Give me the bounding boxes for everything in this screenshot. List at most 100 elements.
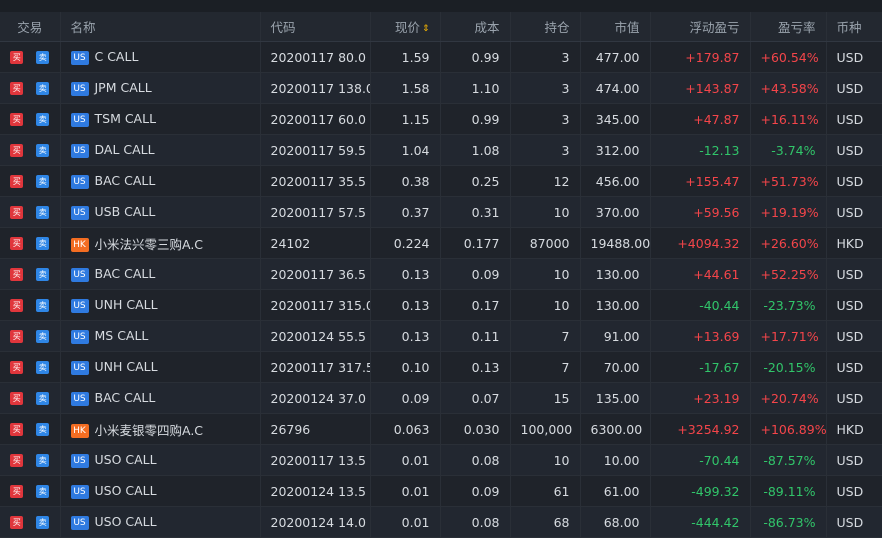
cost-cell: 0.08 xyxy=(439,506,510,538)
name-cell[interactable]: US UNH CALL xyxy=(59,289,260,321)
buy-icon[interactable]: 买 xyxy=(10,81,24,95)
sell-icon[interactable]: 卖 xyxy=(36,360,50,374)
col-header-cost[interactable]: 成本 xyxy=(439,12,510,42)
cost-cell: 1.10 xyxy=(439,72,510,104)
sell-icon[interactable]: 卖 xyxy=(36,515,50,529)
plpct-cell: -89.11% xyxy=(749,475,826,507)
sell-icon[interactable]: 卖 xyxy=(36,484,50,498)
trade-cell: 买卖 xyxy=(0,351,60,383)
table-row[interactable]: 买卖 HK 小米法兴零三购A.C 24102 0.224 0.177 87000 19488.… xyxy=(0,227,882,259)
col-header-code[interactable]: 代码 xyxy=(259,12,370,42)
sell-icon[interactable]: 卖 xyxy=(36,112,50,126)
table-row[interactable]: 买卖 US BAC CALL 20200117 35.5 0.38 0.25 12 456.0… xyxy=(0,165,882,197)
currency-cell: USD xyxy=(825,196,882,228)
plpct-cell: +26.60% xyxy=(749,227,826,259)
cost-cell: 0.09 xyxy=(439,475,510,507)
table-row[interactable]: 买卖 HK 小米麦银零四购A.C 26796 0.063 0.030 100,000 6300… xyxy=(0,413,882,445)
name-cell[interactable]: HK 小米麦银零四购A.C xyxy=(59,413,260,445)
name-cell[interactable]: US DAL CALL xyxy=(59,134,260,166)
buy-icon[interactable]: 买 xyxy=(10,484,24,498)
plpct-cell: +43.58% xyxy=(749,72,826,104)
buy-icon[interactable]: 买 xyxy=(10,174,24,188)
sell-icon[interactable]: 卖 xyxy=(36,143,50,157)
trade-cell: 买卖 xyxy=(0,41,60,73)
table-row[interactable]: 买卖 US TSM CALL 20200117 60.0 1.15 0.99 3 345.00… xyxy=(0,103,882,135)
sell-icon[interactable]: 卖 xyxy=(36,298,50,312)
buy-icon[interactable]: 买 xyxy=(10,236,24,250)
value-cell: 477.00 xyxy=(579,41,650,73)
table-row[interactable]: 买卖 US C CALL 20200117 80.0 1.59 0.99 3 477.00 +1… xyxy=(0,41,882,73)
name-cell[interactable]: US BAC CALL xyxy=(59,382,260,414)
buy-icon[interactable]: 买 xyxy=(10,422,24,436)
table-row[interactable]: 买卖 US USO CALL 20200117 13.5 0.01 0.08 10 10.00… xyxy=(0,444,882,476)
sell-icon[interactable]: 卖 xyxy=(36,236,50,250)
col-header-price[interactable]: 现价 ⇕ xyxy=(369,12,440,42)
table-row[interactable]: 买卖 US JPM CALL 20200117 138.0 1.58 1.10 3 474.0… xyxy=(0,72,882,104)
col-header-pl[interactable]: 浮动盈亏 xyxy=(649,12,750,42)
price-cell: 0.13 xyxy=(369,320,440,352)
col-header-currency[interactable]: 币种 xyxy=(825,12,882,42)
cost-cell: 0.17 xyxy=(439,289,510,321)
buy-icon[interactable]: 买 xyxy=(10,515,24,529)
sell-icon[interactable]: 卖 xyxy=(36,267,50,281)
buy-icon[interactable]: 买 xyxy=(10,329,24,343)
buy-icon[interactable]: 买 xyxy=(10,267,24,281)
qty-cell: 87000 xyxy=(509,227,580,259)
name-cell[interactable]: US JPM CALL xyxy=(59,72,260,104)
name-cell[interactable]: US USO CALL xyxy=(59,444,260,476)
name-cell[interactable]: HK 小米法兴零三购A.C xyxy=(59,227,260,259)
trade-cell: 买卖 xyxy=(0,413,60,445)
col-header-name[interactable]: 名称 xyxy=(59,12,260,42)
name-cell[interactable]: US USB CALL xyxy=(59,196,260,228)
col-header-value[interactable]: 市值 xyxy=(579,12,650,42)
name-cell[interactable]: US BAC CALL xyxy=(59,258,260,290)
sell-icon[interactable]: 卖 xyxy=(36,422,50,436)
buy-icon[interactable]: 买 xyxy=(10,298,24,312)
security-name: USO CALL xyxy=(94,452,157,468)
cost-cell: 0.99 xyxy=(439,41,510,73)
buy-icon[interactable]: 买 xyxy=(10,112,24,126)
name-cell[interactable]: US BAC CALL xyxy=(59,165,260,197)
table-header-row: 交易 名称 代码 现价 ⇕ 成本 持仓 市值 浮动盈亏 盈亏率 币种 xyxy=(0,12,882,42)
buy-icon[interactable]: 买 xyxy=(10,143,24,157)
buy-icon[interactable]: 买 xyxy=(10,453,24,467)
table-row[interactable]: 买卖 US UNH CALL 20200117 317.5 0.10 0.13 7 70.00… xyxy=(0,351,882,383)
table-row[interactable]: 买卖 US BAC CALL 20200117 36.5 0.13 0.09 10 130.0… xyxy=(0,258,882,290)
price-cell: 0.01 xyxy=(369,475,440,507)
col-header-plpct[interactable]: 盈亏率 xyxy=(749,12,826,42)
col-header-trade[interactable]: 交易 xyxy=(0,12,60,42)
table-row[interactable]: 买卖 US BAC CALL 20200124 37.0 0.09 0.07 15 135.0… xyxy=(0,382,882,414)
sell-icon[interactable]: 卖 xyxy=(36,81,50,95)
col-header-qty[interactable]: 持仓 xyxy=(509,12,580,42)
pl-cell: +44.61 xyxy=(649,258,750,290)
name-cell[interactable]: US MS CALL xyxy=(59,320,260,352)
sell-icon[interactable]: 卖 xyxy=(36,453,50,467)
sell-icon[interactable]: 卖 xyxy=(36,174,50,188)
name-cell[interactable]: US USO CALL xyxy=(59,475,260,507)
currency-cell: HKD xyxy=(825,227,882,259)
sell-icon[interactable]: 卖 xyxy=(36,50,50,64)
sort-icon[interactable]: ⇕ xyxy=(422,24,430,34)
buy-icon[interactable]: 买 xyxy=(10,391,24,405)
table-row[interactable]: 买卖 US DAL CALL 20200117 59.5 1.04 1.08 3 312.00… xyxy=(0,134,882,166)
table-row[interactable]: 买卖 US USO CALL 20200124 14.0 0.01 0.08 68 68.00… xyxy=(0,506,882,538)
sell-icon[interactable]: 卖 xyxy=(36,391,50,405)
sell-icon[interactable]: 卖 xyxy=(36,329,50,343)
buy-icon[interactable]: 买 xyxy=(10,360,24,374)
buy-icon[interactable]: 买 xyxy=(10,50,24,64)
table-row[interactable]: 买卖 US USB CALL 20200117 57.5 0.37 0.31 10 370.0… xyxy=(0,196,882,228)
name-cell[interactable]: US TSM CALL xyxy=(59,103,260,135)
table-row[interactable]: 买卖 US USO CALL 20200124 13.5 0.01 0.09 61 61.00… xyxy=(0,475,882,507)
name-cell[interactable]: US C CALL xyxy=(59,41,260,73)
price-cell: 0.09 xyxy=(369,382,440,414)
name-cell[interactable]: US UNH CALL xyxy=(59,351,260,383)
sell-icon[interactable]: 卖 xyxy=(36,205,50,219)
table-row[interactable]: 买卖 US MS CALL 20200124 55.5 0.13 0.11 7 91.00 +1… xyxy=(0,320,882,352)
currency-cell: USD xyxy=(825,382,882,414)
buy-icon[interactable]: 买 xyxy=(10,205,24,219)
name-cell[interactable]: US USO CALL xyxy=(59,506,260,538)
table-row[interactable]: 买卖 US UNH CALL 20200117 315.0 0.13 0.17 10 130.… xyxy=(0,289,882,321)
qty-cell: 7 xyxy=(509,351,580,383)
value-cell: 312.00 xyxy=(579,134,650,166)
qty-cell: 68 xyxy=(509,506,580,538)
